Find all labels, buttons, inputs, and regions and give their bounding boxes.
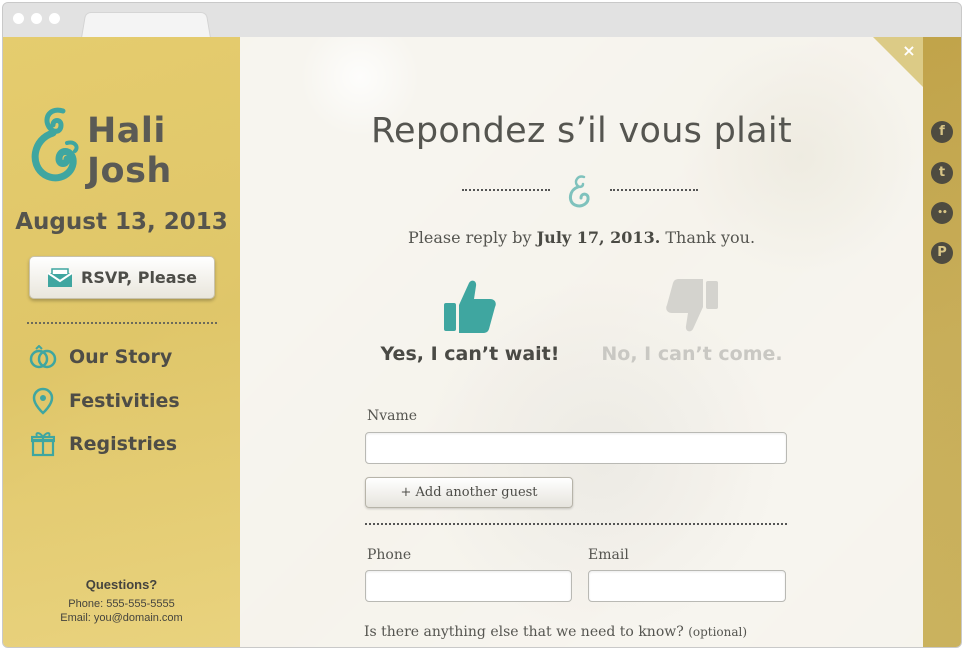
attend-yes-option[interactable]: Yes, I can’t wait! (370, 277, 570, 365)
rsvp-button[interactable]: RSVP, Please (29, 256, 215, 299)
divider-line-right (610, 189, 698, 191)
notes-label: Is there anything else that we need to k… (364, 624, 747, 640)
thumbs-up-icon (444, 280, 496, 333)
nav-item-festivities[interactable]: Festivities (29, 386, 180, 416)
rings-icon (29, 343, 57, 371)
browser-chrome (3, 3, 961, 38)
close-icon[interactable]: × (901, 43, 917, 59)
facebook-icon[interactable]: f (931, 121, 953, 143)
nav-label-registries: Registries (69, 433, 178, 455)
gift-icon (29, 430, 57, 458)
couple-names: Hali Josh (87, 111, 172, 191)
window-minimize-dot[interactable] (31, 13, 42, 24)
questions-title: Questions? (85, 577, 158, 592)
questions-email[interactable]: Email: you@domain.com (3, 611, 240, 625)
nav-label-festivities: Festivities (69, 390, 180, 412)
name-input[interactable] (365, 432, 787, 464)
ampersand-logo-icon (31, 107, 79, 182)
social-rail: f t •• P (923, 37, 961, 647)
wedding-date: August 13, 2013 (15, 209, 228, 235)
rsvp-modal: × Repondez s’il vous plait Please reply … (240, 37, 923, 647)
browser-tab[interactable] (81, 12, 211, 38)
name-label: Nvame (367, 408, 418, 424)
name-second: Josh (87, 151, 172, 191)
notes-label-text: Is there anything else that we need to k… (364, 624, 684, 640)
form-divider (365, 523, 787, 525)
thumbs-down-icon (666, 279, 718, 332)
ornament-divider (462, 173, 698, 209)
notes-optional-text: (optional) (688, 625, 748, 639)
sidebar-divider (27, 322, 217, 324)
reply-suffix: Thank you. (665, 228, 756, 247)
envelope-icon (47, 267, 73, 287)
questions-phone: Phone: 555-555-5555 (68, 598, 175, 610)
twitter-icon[interactable]: t (931, 162, 953, 184)
map-pin-icon (29, 387, 57, 415)
phone-input[interactable] (365, 570, 572, 602)
divider-line-left (462, 189, 550, 191)
email-input[interactable] (588, 570, 786, 602)
modal-title: Repondez s’il vous plait (371, 111, 792, 151)
attend-yes-label: Yes, I can’t wait! (380, 343, 560, 365)
attend-no-label: No, I can’t come. (601, 343, 783, 365)
flickr-icon[interactable]: •• (931, 202, 953, 224)
nav-item-registries[interactable]: Registries (29, 429, 177, 459)
page-viewport: Hali Josh August 13, 2013 RSVP, Please O… (3, 37, 961, 647)
reply-date: July 17, 2013. (536, 228, 661, 247)
ampersand-icon (569, 175, 590, 208)
window-maximize-dot[interactable] (49, 13, 60, 24)
reply-by-text: Please reply by July 17, 2013. Thank you… (240, 228, 923, 247)
rsvp-button-label: RSVP, Please (81, 268, 197, 287)
pinterest-icon[interactable]: P (931, 242, 953, 264)
name-first: Hali (87, 111, 166, 151)
nav-item-our-story[interactable]: Our Story (29, 342, 172, 372)
window-close-dot[interactable] (13, 13, 24, 24)
reply-prefix: Please reply by (407, 228, 532, 247)
email-label: Email (588, 547, 629, 563)
phone-label: Phone (367, 547, 412, 563)
nav-label-our-story: Our Story (69, 346, 173, 368)
questions-block: Questions? Phone: 555-555-5555 Email: yo… (3, 577, 240, 625)
add-guest-button[interactable]: + Add another guest (365, 477, 573, 508)
sidebar: Hali Josh August 13, 2013 RSVP, Please O… (3, 37, 240, 647)
attend-no-option[interactable]: No, I can’t come. (592, 277, 792, 365)
browser-window: Hali Josh August 13, 2013 RSVP, Please O… (2, 2, 962, 648)
